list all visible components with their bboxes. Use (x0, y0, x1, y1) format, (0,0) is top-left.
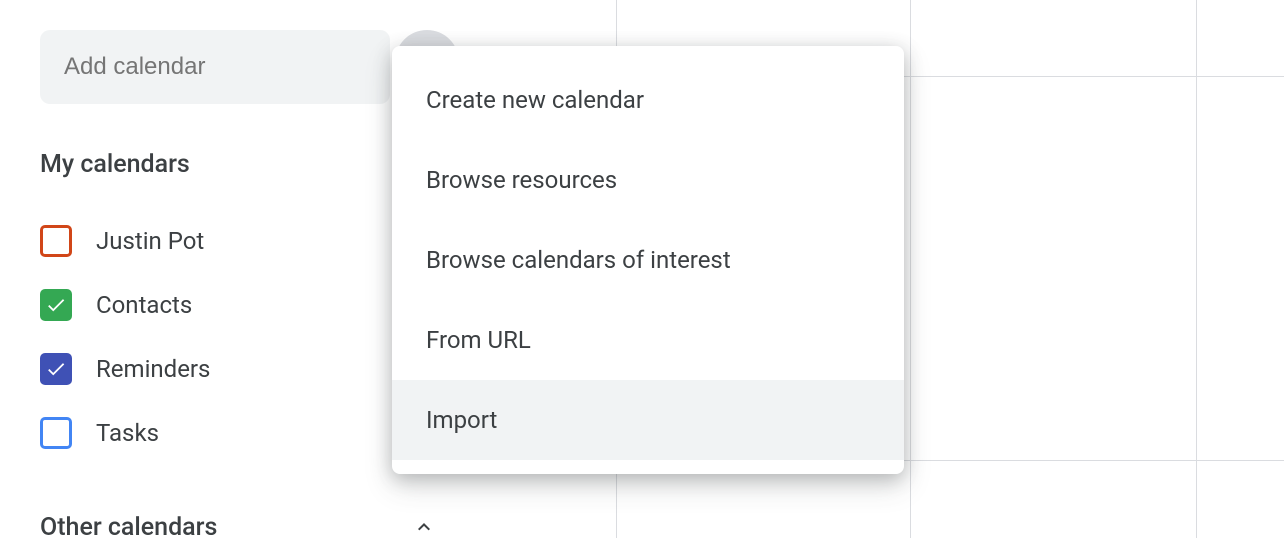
menu-item-label: Import (426, 406, 497, 434)
menu-item-create-new-calendar[interactable]: Create new calendar (392, 60, 904, 140)
calendar-label: Tasks (96, 419, 159, 447)
grid-line (910, 0, 911, 538)
calendar-label: Reminders (96, 355, 210, 383)
menu-item-label: From URL (426, 326, 531, 354)
menu-item-browse-calendars-of-interest[interactable]: Browse calendars of interest (392, 220, 904, 300)
other-calendars-header[interactable]: Other calendars (40, 511, 440, 543)
checkbox-icon[interactable] (40, 225, 72, 257)
my-calendars-list: Justin Pot Contacts Reminders Tasks (40, 209, 450, 465)
chevron-up-icon[interactable] (408, 511, 440, 543)
my-calendars-title: My calendars (40, 150, 190, 179)
add-calendar-menu: Create new calendar Browse resources Bro… (392, 46, 904, 474)
grid-line (1196, 0, 1197, 538)
calendar-label: Justin Pot (96, 227, 204, 255)
sidebar: My calendars Justin Pot Contacts Reminde… (40, 30, 450, 543)
calendar-item-contacts[interactable]: Contacts (40, 273, 450, 337)
checkbox-icon[interactable] (40, 289, 72, 321)
menu-item-label: Browse calendars of interest (426, 246, 731, 274)
other-calendars-title: Other calendars (40, 513, 217, 542)
menu-item-from-url[interactable]: From URL (392, 300, 904, 380)
menu-item-import[interactable]: Import (392, 380, 904, 460)
menu-item-label: Browse resources (426, 166, 617, 194)
menu-item-browse-resources[interactable]: Browse resources (392, 140, 904, 220)
checkbox-icon[interactable] (40, 353, 72, 385)
calendar-item-justin-pot[interactable]: Justin Pot (40, 209, 450, 273)
calendar-item-reminders[interactable]: Reminders (40, 337, 450, 401)
menu-item-label: Create new calendar (426, 86, 644, 114)
calendar-label: Contacts (96, 291, 192, 319)
calendar-item-tasks[interactable]: Tasks (40, 401, 450, 465)
my-calendars-header[interactable]: My calendars (40, 150, 440, 179)
add-calendar-input[interactable] (40, 30, 390, 104)
checkbox-icon[interactable] (40, 417, 72, 449)
